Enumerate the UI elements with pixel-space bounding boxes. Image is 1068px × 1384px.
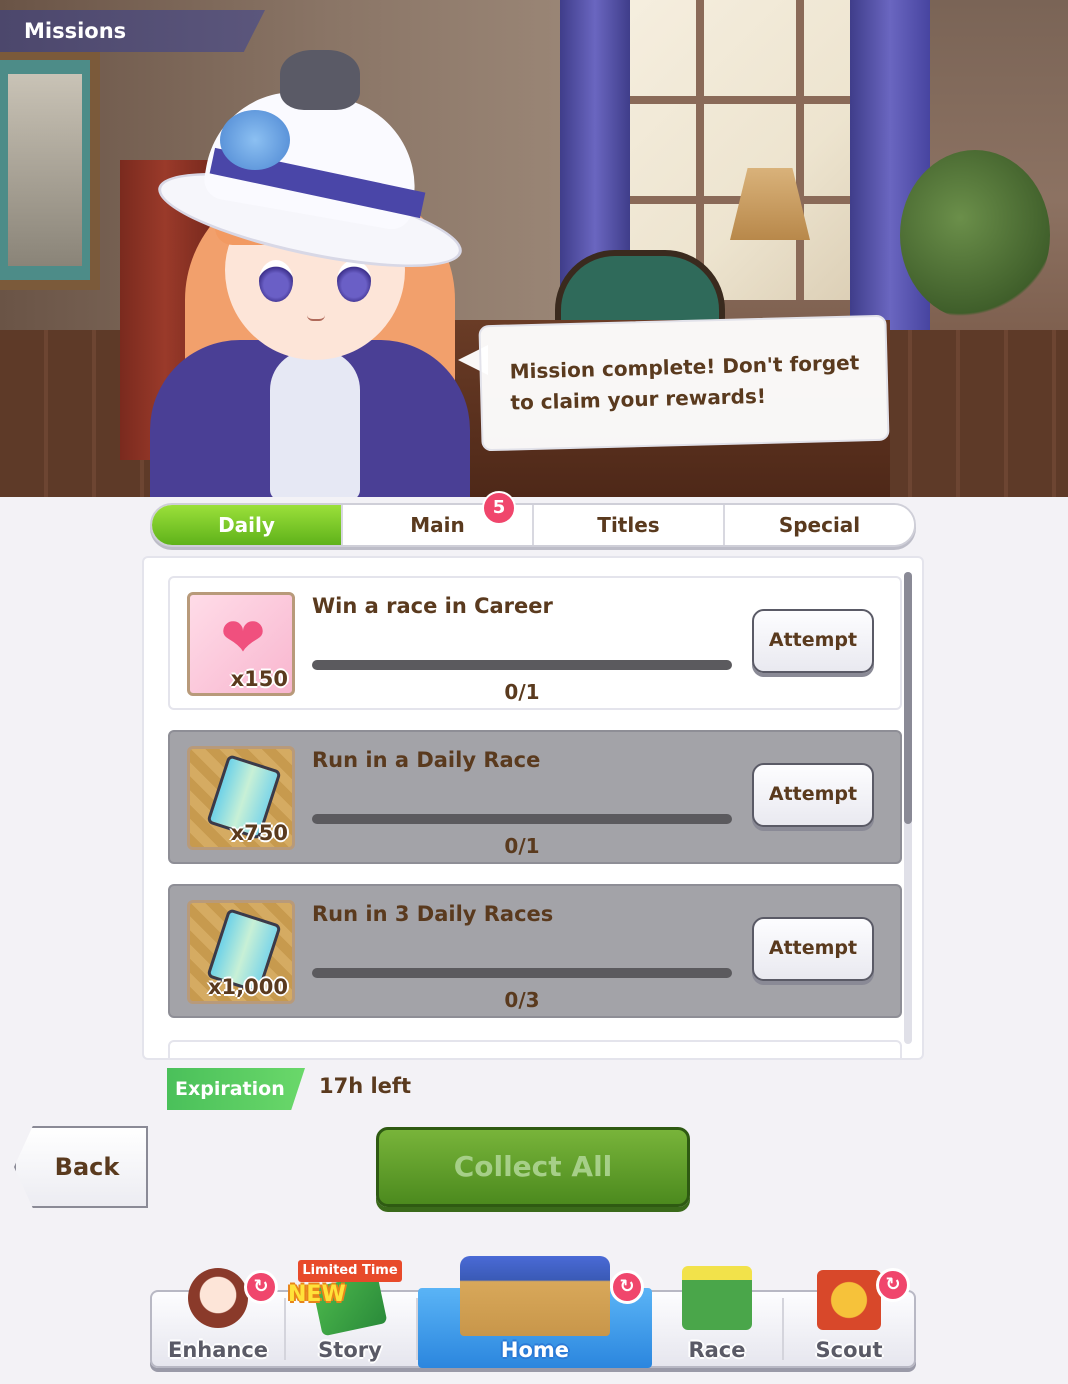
- nav-label: Home: [500, 1338, 570, 1362]
- reward-item: x750: [187, 746, 295, 850]
- scene-plant: [900, 150, 1050, 320]
- attempt-button[interactable]: Attempt: [752, 609, 874, 673]
- progress-bar: [312, 814, 732, 824]
- new-tag: NEW: [288, 1282, 346, 1307]
- reward-count: x750: [230, 821, 288, 845]
- notification-icon: ↻: [244, 1270, 278, 1304]
- tab-label: Main: [410, 513, 465, 537]
- bottom-navigation: ↻ Enhance Story ↻ Home Race ↻ Scout: [150, 1256, 916, 1368]
- mission-list[interactable]: ❤ x150 Win a race in Career 0/1 Attempt …: [142, 556, 924, 1060]
- progress-bar: [312, 968, 732, 978]
- mission-row: ❤ x150 Win a race in Career 0/1 Attempt: [168, 576, 902, 710]
- character-portrait: [150, 40, 480, 497]
- back-button[interactable]: Back: [14, 1126, 148, 1208]
- tab-daily[interactable]: Daily: [152, 505, 343, 545]
- cat-icon: [280, 50, 360, 110]
- nav-scout[interactable]: ↻ Scout: [782, 1262, 916, 1368]
- speech-bubble: Mission complete! Don't forget to claim …: [478, 314, 890, 452]
- list-scrollbar[interactable]: [904, 572, 912, 1044]
- reward-item: ❤ x150: [187, 592, 295, 696]
- notification-badge: 5: [482, 491, 516, 525]
- reward-item: x1,000: [187, 900, 295, 1004]
- nav-label: Race: [688, 1338, 746, 1362]
- scene-picture-frame: [0, 50, 100, 290]
- progress-text: 0/1: [504, 680, 540, 704]
- progress-bar: [312, 660, 732, 670]
- notification-icon: ↻: [610, 1270, 644, 1304]
- mission-title: Win a race in Career: [312, 594, 553, 618]
- nav-label: Story: [318, 1338, 382, 1362]
- nav-label: Scout: [815, 1338, 883, 1362]
- page-title: Missions: [0, 10, 265, 52]
- mission-title: Run in a Daily Race: [312, 748, 541, 772]
- rose-icon: [220, 110, 290, 170]
- nav-home[interactable]: ↻ Home: [418, 1256, 652, 1368]
- reward-count: x150: [230, 667, 288, 691]
- expiration-label: Expiration: [167, 1068, 305, 1110]
- nav-enhance[interactable]: ↻ Enhance: [152, 1262, 284, 1368]
- home-building-icon: [460, 1256, 610, 1336]
- limited-time-tag: Limited Time: [298, 1260, 402, 1282]
- expiration-value: 17h left: [319, 1074, 412, 1098]
- mission-row-partial: [168, 1040, 902, 1058]
- tab-main[interactable]: Main 5: [343, 491, 534, 545]
- progress-text: 0/3: [504, 988, 540, 1012]
- enhance-icon: [188, 1268, 248, 1328]
- mission-row: x750 Run in a Daily Race 0/1 Attempt: [168, 730, 902, 864]
- attempt-button[interactable]: Attempt: [752, 763, 874, 827]
- mission-tabs: Daily Main 5 Titles Special: [150, 491, 916, 547]
- notification-icon: ↻: [876, 1268, 910, 1302]
- scrollbar-thumb[interactable]: [904, 572, 912, 824]
- progress-text: 0/1: [504, 834, 540, 858]
- tab-titles[interactable]: Titles: [534, 505, 725, 545]
- mission-title: Run in 3 Daily Races: [312, 902, 554, 926]
- nav-race[interactable]: Race: [652, 1262, 782, 1368]
- mission-row: x1,000 Run in 3 Daily Races 0/3 Attempt: [168, 884, 902, 1018]
- tab-special[interactable]: Special: [725, 505, 914, 545]
- reward-count: x1,000: [208, 975, 288, 999]
- dialogue-text: Mission complete! Don't forget to claim …: [509, 350, 860, 415]
- scout-gate-icon: [817, 1270, 881, 1330]
- nav-label: Enhance: [167, 1338, 269, 1362]
- collect-all-button[interactable]: Collect All: [376, 1127, 690, 1207]
- race-gate-icon: [682, 1266, 752, 1330]
- friendship-points-icon: ❤: [220, 606, 266, 669]
- attempt-button[interactable]: Attempt: [752, 917, 874, 981]
